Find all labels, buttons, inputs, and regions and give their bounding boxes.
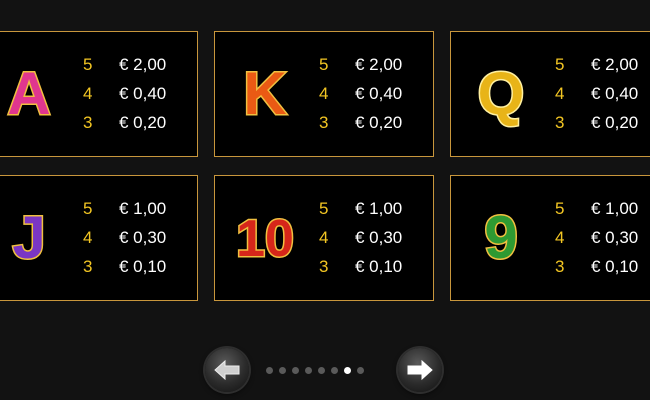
payout-list: 5 € 1,00 4 € 0,30 3 € 0,10 [319, 198, 429, 285]
symbol-10-icon: 10 [215, 176, 315, 300]
payout-value: € 0,40 [591, 84, 639, 103]
payout-row: 5 € 1,00 [83, 198, 193, 227]
svg-text:K: K [243, 60, 286, 127]
symbol-count: 4 [555, 84, 565, 103]
payout-row: 5 € 2,00 [555, 54, 650, 83]
payout-value: € 2,00 [119, 55, 167, 74]
paytable-page: A 5 € 2,00 4 € 0,40 3 € 0,20 K 5 € 2,00 4 € 0… [0, 0, 650, 400]
payout-row: 4 € 0,30 [83, 227, 193, 256]
symbol-count: 3 [83, 113, 93, 132]
symbol-count: 4 [555, 228, 565, 247]
payout-value: € 0,30 [591, 228, 639, 247]
payout-value: € 0,10 [591, 257, 639, 276]
page-dot-active[interactable] [344, 367, 351, 374]
symbol-count: 3 [319, 113, 329, 132]
payout-list: 5 € 2,00 4 € 0,40 3 € 0,20 [83, 54, 193, 141]
symbol-count: 3 [555, 113, 565, 132]
payout-list: 5 € 2,00 4 € 0,40 3 € 0,20 [555, 54, 650, 141]
paytable-card-k: K 5 € 2,00 4 € 0,40 3 € 0,20 [214, 31, 434, 157]
payout-row: 5 € 2,00 [83, 54, 193, 83]
svg-text:9: 9 [484, 204, 517, 271]
payout-list: 5 € 1,00 4 € 0,30 3 € 0,10 [555, 198, 650, 285]
page-dot[interactable] [279, 367, 286, 374]
payout-value: € 0,30 [355, 228, 403, 247]
symbol-count: 5 [555, 55, 565, 74]
payout-list: 5 € 2,00 4 € 0,40 3 € 0,20 [319, 54, 429, 141]
payout-row: 3 € 0,20 [555, 112, 650, 141]
payout-value: € 0,20 [119, 113, 167, 132]
page-indicator [266, 367, 370, 375]
symbol-9-icon: 9 [451, 176, 551, 300]
payout-value: € 0,10 [119, 257, 167, 276]
payout-list: 5 € 1,00 4 € 0,30 3 € 0,10 [83, 198, 193, 285]
payout-row: 4 € 0,30 [319, 227, 429, 256]
payout-row: 4 € 0,40 [83, 83, 193, 112]
payout-row: 4 € 0,30 [555, 227, 650, 256]
payout-row: 5 € 1,00 [319, 198, 429, 227]
paytable-card-a: A 5 € 2,00 4 € 0,40 3 € 0,20 [0, 31, 198, 157]
paytable-card-9: 9 5 € 1,00 4 € 0,30 3 € 0,10 [450, 175, 650, 301]
payout-value: € 1,00 [355, 199, 403, 218]
payout-row: 3 € 0,20 [319, 112, 429, 141]
symbol-count: 4 [83, 84, 93, 103]
paytable-card-10: 10 5 € 1,00 4 € 0,30 3 € 0,10 [214, 175, 434, 301]
arrow-right-icon [407, 359, 433, 381]
payout-value: € 2,00 [355, 55, 403, 74]
page-dot[interactable] [266, 367, 273, 374]
page-dot[interactable] [357, 367, 364, 374]
svg-text:Q: Q [478, 60, 525, 127]
next-page-button[interactable] [398, 348, 442, 392]
prev-page-button[interactable] [205, 348, 249, 392]
symbol-k-icon: K [215, 32, 315, 156]
payout-row: 3 € 0,10 [83, 256, 193, 285]
symbol-count: 5 [83, 55, 93, 74]
symbol-count: 4 [319, 84, 329, 103]
symbol-count: 3 [319, 257, 329, 276]
payout-row: 3 € 0,10 [319, 256, 429, 285]
paytable-card-q: Q 5 € 2,00 4 € 0,40 3 € 0,20 [450, 31, 650, 157]
symbol-count: 5 [555, 199, 565, 218]
svg-text:10: 10 [236, 210, 294, 268]
payout-row: 5 € 1,00 [555, 198, 650, 227]
page-dot[interactable] [318, 367, 325, 374]
payout-value: € 0,10 [355, 257, 403, 276]
symbol-a-icon: A [0, 32, 79, 156]
payout-row: 3 € 0,10 [555, 256, 650, 285]
paytable-card-j: J 5 € 1,00 4 € 0,30 3 € 0,10 [0, 175, 198, 301]
symbol-count: 4 [83, 228, 93, 247]
symbol-count: 4 [319, 228, 329, 247]
payout-row: 4 € 0,40 [555, 83, 650, 112]
payout-value: € 1,00 [119, 199, 167, 218]
page-dot[interactable] [331, 367, 338, 374]
svg-text:A: A [7, 60, 50, 127]
symbol-count: 5 [319, 199, 329, 218]
symbol-count: 5 [83, 199, 93, 218]
payout-value: € 0,40 [119, 84, 167, 103]
payout-row: 4 € 0,40 [319, 83, 429, 112]
payout-row: 5 € 2,00 [319, 54, 429, 83]
payout-value: € 1,00 [591, 199, 639, 218]
page-dot[interactable] [305, 367, 312, 374]
payout-value: € 0,20 [591, 113, 639, 132]
arrow-left-icon [214, 359, 240, 381]
payout-value: € 2,00 [591, 55, 639, 74]
symbol-count: 3 [83, 257, 93, 276]
symbol-q-icon: Q [451, 32, 551, 156]
payout-row: 3 € 0,20 [83, 112, 193, 141]
payout-value: € 0,40 [355, 84, 403, 103]
payout-value: € 0,30 [119, 228, 167, 247]
symbol-j-icon: J [0, 176, 79, 300]
payout-value: € 0,20 [355, 113, 403, 132]
svg-text:J: J [12, 204, 45, 271]
page-dot[interactable] [292, 367, 299, 374]
symbol-count: 3 [555, 257, 565, 276]
symbol-count: 5 [319, 55, 329, 74]
